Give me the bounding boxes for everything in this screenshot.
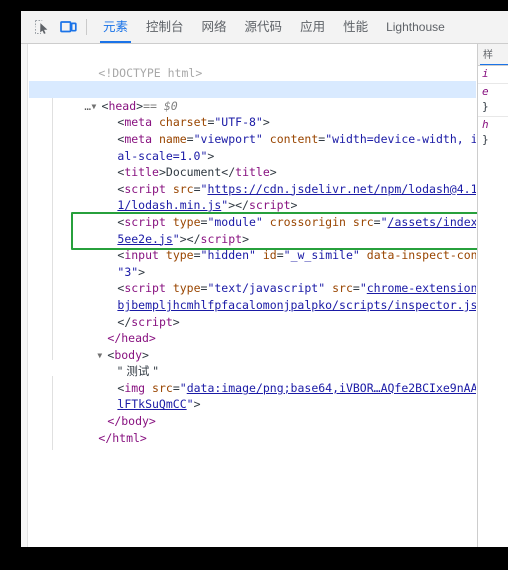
tab-application[interactable]: 应用 xyxy=(291,11,334,43)
dom-row-script-lodash[interactable]: <script src="https://cdn.jsdelivr.net/np… xyxy=(29,164,476,196)
tab-sources[interactable]: 源代码 xyxy=(236,11,292,43)
device-toolbar-icon[interactable] xyxy=(55,14,81,40)
devtools-toolbar: 元素 控制台 网络 源代码 应用 性能 Lighthouse xyxy=(21,11,508,44)
dom-row-meta-viewport-wrap[interactable]: al-scale=1.0"> xyxy=(29,131,476,163)
styles-row[interactable]: i xyxy=(478,66,508,83)
dom-row-title[interactable]: <title>Document</title> xyxy=(29,148,476,179)
dom-row-script-extension-close[interactable]: </script> xyxy=(29,297,476,329)
dom-row-doctype[interactable]: <!DOCTYPE html> xyxy=(29,48,476,80)
inspect-element-icon[interactable] xyxy=(29,14,55,40)
tab-elements[interactable]: 元素 xyxy=(94,11,137,43)
toolbar-separator xyxy=(86,19,87,35)
dom-row-html-open[interactable]: <html lang="en"> xyxy=(29,65,476,96)
dom-row-script-module[interactable]: <script type="module" crossorigin src="/… xyxy=(29,197,476,229)
dom-row-script-extension-wrap[interactable]: bjbempljhcmhlfpfacalomonjpalpko/scripts/… xyxy=(29,280,476,312)
dom-row-body-open[interactable]: ▼ <body> xyxy=(29,330,476,362)
tab-network[interactable]: 网络 xyxy=(193,11,236,43)
styles-row[interactable]: } xyxy=(478,99,508,116)
styles-row[interactable]: e xyxy=(478,82,508,100)
dom-row-script-extension[interactable]: <script type="text/javascript" src="chro… xyxy=(29,264,476,295)
dom-row-head-close[interactable]: </head> xyxy=(29,314,476,345)
dom-row-img-wrap[interactable]: lFTkSuQmCC"> xyxy=(29,380,476,411)
elements-panel-body: <!DOCTYPE html> <html lang="en"> …▼<head… xyxy=(21,44,508,547)
devtools-window: 元素 控制台 网络 源代码 应用 性能 Lighthouse <!DOCTYPE… xyxy=(21,11,508,547)
panel-gutter xyxy=(21,44,28,547)
dom-row-text-node[interactable]: " 测试 " xyxy=(29,347,476,378)
dom-row-head-selected[interactable]: …▼ <head>== $0 xyxy=(29,81,476,113)
styles-pane[interactable]: 样 i e } h } xyxy=(477,44,508,547)
tab-console[interactable]: 控制台 xyxy=(137,11,193,43)
dom-row-img[interactable]: <img src="data:image/png;base64,iVBOR…AQ… xyxy=(29,363,476,395)
tab-performance[interactable]: 性能 xyxy=(334,11,377,43)
dom-row-input-hidden-wrap[interactable]: "3"> xyxy=(29,247,476,279)
dom-row-script-lodash-wrap[interactable]: 1/lodash.min.js"></script> xyxy=(29,181,476,212)
dom-row-html-close[interactable]: </html> xyxy=(29,413,476,445)
dom-row-body-close[interactable]: </body> xyxy=(29,396,476,428)
dom-tree[interactable]: <!DOCTYPE html> <html lang="en"> …▼<head… xyxy=(29,44,476,547)
dom-row-meta-viewport[interactable]: <meta name="viewport" content="width=dev… xyxy=(29,114,476,146)
dom-row-script-module-wrap[interactable]: 5ee2e.js"></script> xyxy=(29,214,476,246)
tab-lighthouse[interactable]: Lighthouse xyxy=(377,11,454,43)
styles-row[interactable]: h xyxy=(478,115,508,133)
tag-html-close: </html> xyxy=(98,430,147,445)
styles-pane-tab[interactable]: 样 xyxy=(478,44,508,66)
styles-row[interactable]: } xyxy=(478,132,508,149)
dom-row-input-hidden[interactable]: <input type="hidden" id="_w_simile" data… xyxy=(29,231,476,262)
dom-row-meta-charset[interactable]: <meta charset="UTF-8"> xyxy=(29,98,476,129)
